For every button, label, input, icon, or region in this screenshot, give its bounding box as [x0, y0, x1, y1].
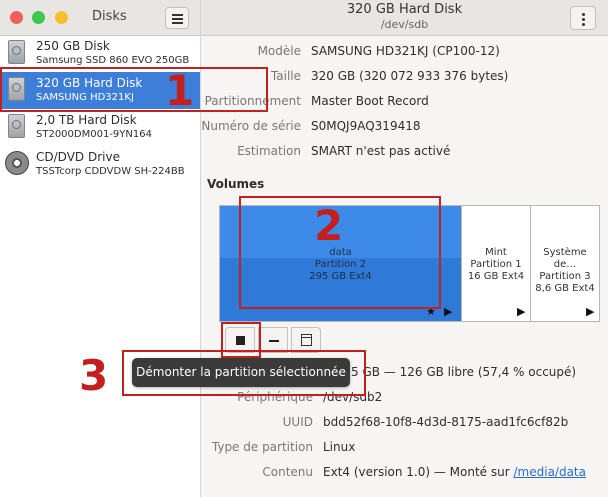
uuid-value: bdd52f68-10f8-4d3d-8175-aad1fc6cf82b	[323, 415, 569, 429]
callout-number-3: 3	[79, 351, 109, 400]
more-options-icon	[582, 13, 585, 16]
partition-label: Partition 3	[539, 271, 591, 282]
partition-text: Système de… Partition 3 8,6 GB Ext4	[531, 247, 599, 295]
drive-model: TSSTcorp CDDVDW SH-224BB	[36, 166, 185, 177]
partition-mint[interactable]: Mint Partition 1 16 GB Ext4 ▶	[461, 206, 530, 321]
partition-label: Partition 1	[470, 259, 522, 270]
callout-number-1: 1	[165, 66, 195, 115]
hamburger-menu-button[interactable]	[165, 7, 189, 29]
drive-model: Samsung SSD 860 EVO 250GB	[36, 55, 190, 66]
app-title: Disks	[92, 9, 127, 24]
partition-size: 8,6 GB Ext4	[535, 283, 595, 294]
mount-point-link[interactable]: /media/data	[514, 465, 587, 479]
partition-options-icon	[301, 334, 312, 346]
minus-icon	[269, 340, 279, 342]
partitioning-value: Master Boot Record	[311, 94, 429, 108]
model-label: Modèle	[257, 44, 301, 58]
size-value: 320 GB (320 072 933 376 bytes)	[311, 69, 509, 83]
assessment-value: SMART n'est pas activé	[311, 144, 451, 158]
partition-text: Mint Partition 1 16 GB Ext4	[462, 247, 530, 283]
callout-number-2: 2	[314, 201, 344, 250]
contents-value: Ext4 (version 1.0) — Monté sur /media/da…	[323, 465, 586, 479]
partition-type-label: Type de partition	[211, 440, 313, 454]
contents-label: Contenu	[262, 465, 313, 479]
sidebar-header: Disks	[0, 0, 200, 36]
drive-item-cd-dvd[interactable]: CD/DVD Drive TSSTcorp CDDVDW SH-224BB	[0, 146, 200, 183]
hamburger-icon-bar	[172, 18, 183, 20]
drive-name: 2,0 TB Hard Disk	[36, 113, 137, 127]
play-icon: ▶	[444, 305, 453, 318]
disk-header: 320 GB Hard Disk /dev/sdb	[201, 0, 608, 36]
hamburger-icon	[172, 14, 183, 16]
play-icon: ▶	[517, 305, 526, 318]
more-options-icon-dot	[582, 18, 585, 21]
assessment-label: Estimation	[237, 144, 301, 158]
disk-title: 320 GB Hard Disk	[346, 2, 463, 17]
drive-name: 250 GB Disk	[36, 39, 110, 53]
more-options-icon-dot	[582, 23, 585, 26]
close-window-button[interactable]	[10, 11, 23, 24]
callout-box-3b	[122, 350, 366, 396]
callout-box-1	[0, 67, 268, 112]
serial-label: Numéro de série	[201, 119, 301, 133]
hard-disk-icon	[8, 40, 25, 64]
hamburger-icon-bar	[172, 22, 183, 24]
drive-name: CD/DVD Drive	[36, 150, 120, 164]
drive-model: ST2000DM001-9YN164	[36, 129, 152, 140]
serial-value: S0MQJ9AQ319418	[311, 119, 421, 133]
disk-menu-button[interactable]	[570, 6, 596, 30]
partition-size-value: 5 GB — 126 GB libre (57,4 % occupé)	[351, 365, 577, 379]
model-value: SAMSUNG HD321KJ (CP100-12)	[311, 44, 500, 58]
optical-disc-icon	[5, 151, 29, 175]
partition-name: Mint	[485, 247, 507, 258]
play-icon: ▶	[586, 305, 595, 318]
partition-size: 16 GB Ext4	[467, 271, 525, 282]
uuid-label: UUID	[282, 415, 313, 429]
partition-type-value: Linux	[323, 440, 356, 454]
hard-disk-icon	[8, 114, 25, 138]
partition-name: Système de…	[543, 247, 587, 270]
disk-path: /dev/sdb	[380, 18, 429, 31]
minimize-window-button[interactable]	[55, 11, 68, 24]
volumes-heading: Volumes	[207, 177, 265, 191]
maximize-window-button[interactable]	[32, 11, 45, 24]
partition-system[interactable]: Système de… Partition 3 8,6 GB Ext4 ▶	[530, 206, 599, 321]
contents-text: Ext4 (version 1.0) — Monté sur	[323, 465, 514, 479]
